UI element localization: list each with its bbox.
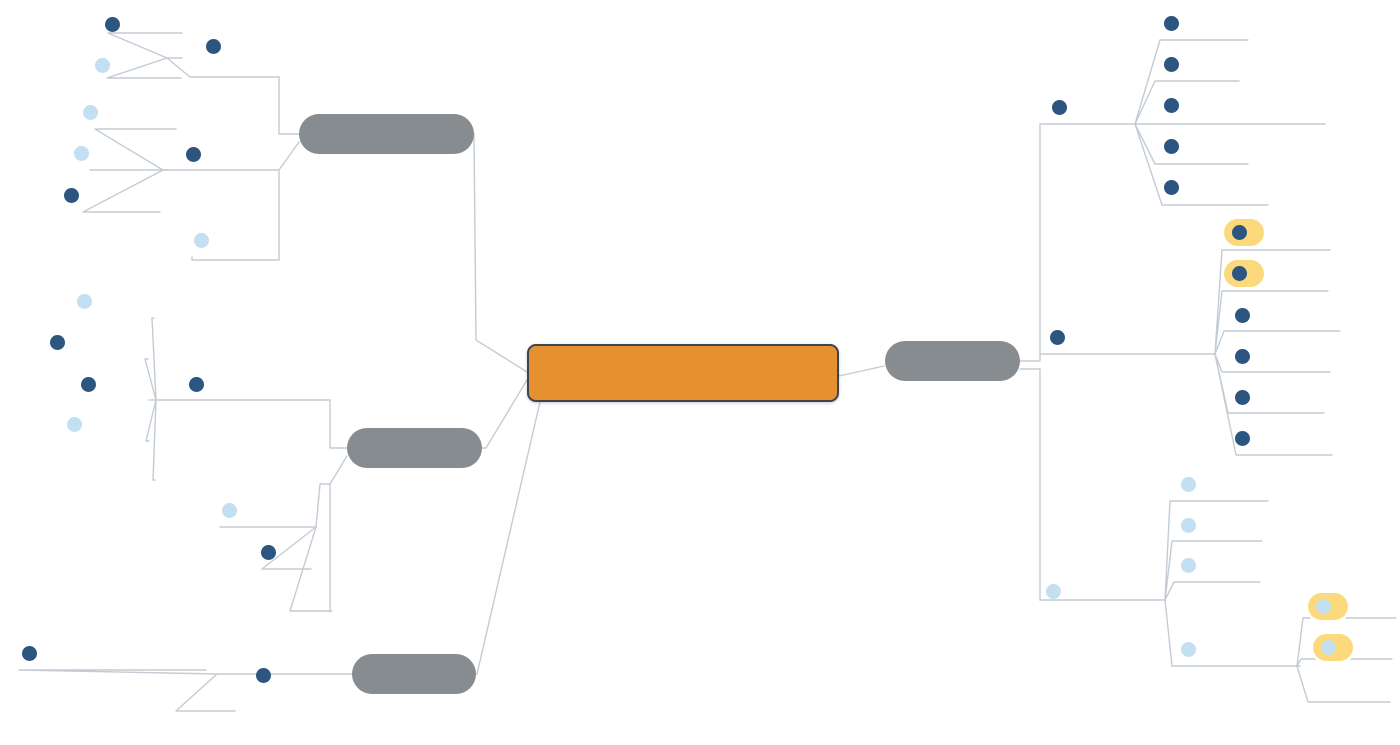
topic-node-safety[interactable]	[256, 668, 278, 683]
topic-node-posture[interactable]	[1235, 349, 1257, 364]
priority-badge-icon	[1164, 16, 1179, 31]
topic-node-rain[interactable]	[83, 105, 105, 120]
topic-node-steering[interactable]	[1224, 219, 1264, 246]
topic-node-types-of-bicycles[interactable]	[189, 377, 211, 392]
priority-badge-icon	[1164, 98, 1179, 113]
bullet-dot-icon	[194, 233, 209, 248]
topic-node-get-on[interactable]	[1164, 16, 1186, 31]
priority-badge-icon	[81, 377, 96, 392]
branch-node-riding-conditions[interactable]	[299, 114, 474, 154]
topic-node-day[interactable]	[105, 17, 127, 32]
topic-node-spin[interactable]	[1313, 634, 1353, 661]
topic-node-terrain[interactable]	[194, 233, 216, 248]
bullet-dot-icon	[222, 503, 237, 518]
root-node[interactable]	[527, 344, 839, 402]
bullet-dot-icon	[1046, 584, 1061, 599]
branch-node-equipment[interactable]	[347, 428, 482, 468]
topic-node-visual-motor-skills[interactable]	[1050, 330, 1072, 345]
topic-node-get-off[interactable]	[1164, 139, 1186, 154]
priority-badge-icon	[1232, 266, 1247, 281]
topic-node-bmx[interactable]	[77, 294, 99, 309]
topic-node-time[interactable]	[206, 39, 228, 54]
topic-node-electric[interactable]	[67, 417, 89, 432]
topic-node-snow[interactable]	[74, 146, 96, 161]
priority-badge-icon	[50, 335, 65, 350]
topic-node-descent[interactable]	[1181, 477, 1203, 492]
topic-node-jump[interactable]	[1308, 593, 1348, 620]
topic-node-city[interactable]	[81, 377, 103, 392]
mindmap-canvas	[0, 0, 1400, 745]
priority-badge-icon	[1235, 349, 1250, 364]
bullet-dot-icon	[77, 294, 92, 309]
priority-badge-icon	[64, 188, 79, 203]
topic-node-sitting[interactable]	[1164, 57, 1186, 72]
priority-badge-icon	[22, 646, 37, 661]
priority-badge-icon	[1232, 225, 1247, 240]
bullet-dot-icon	[1181, 642, 1196, 657]
bullet-dot-icon	[74, 146, 89, 161]
topic-node-night[interactable]	[95, 58, 117, 73]
priority-badge-icon	[1050, 330, 1065, 345]
topic-node-methods[interactable]	[1046, 584, 1068, 599]
topic-node-mountain[interactable]	[50, 335, 72, 350]
bullet-dot-icon	[1316, 599, 1331, 614]
topic-node-bmx-tricks[interactable]	[1181, 642, 1203, 657]
topic-node-sunny[interactable]	[64, 188, 86, 203]
topic-node-racing[interactable]	[1181, 558, 1203, 573]
priority-badge-icon	[256, 668, 271, 683]
topic-node-wearing-helmet[interactable]	[22, 646, 44, 661]
bullet-dot-icon	[95, 58, 110, 73]
priority-badge-icon	[189, 377, 204, 392]
priority-badge-icon	[1052, 100, 1067, 115]
bullet-dot-icon	[1181, 477, 1196, 492]
priority-badge-icon	[1235, 390, 1250, 405]
topic-node-gear-shifting[interactable]	[1164, 180, 1186, 195]
priority-badge-icon	[261, 545, 276, 560]
priority-badge-icon	[206, 39, 221, 54]
priority-badge-icon	[1235, 431, 1250, 446]
topic-node-ascent[interactable]	[1181, 518, 1203, 533]
topic-node-overcoming-inertia[interactable]	[1164, 98, 1186, 113]
branch-node-learn-rules[interactable]	[352, 654, 476, 694]
topic-node-basics[interactable]	[1052, 100, 1074, 115]
topic-node-braking[interactable]	[1235, 390, 1257, 405]
bullet-dot-icon	[83, 105, 98, 120]
priority-badge-icon	[1235, 308, 1250, 323]
priority-badge-icon	[186, 147, 201, 162]
topic-node-headlights[interactable]	[222, 503, 244, 518]
bullet-dot-icon	[1181, 558, 1196, 573]
topic-node-balance[interactable]	[1224, 260, 1264, 287]
bullet-dot-icon	[1321, 640, 1336, 655]
topic-node-multitasking[interactable]	[1235, 308, 1257, 323]
priority-badge-icon	[105, 17, 120, 32]
topic-node-pedaling[interactable]	[1235, 431, 1257, 446]
priority-badge-icon	[1164, 57, 1179, 72]
bullet-dot-icon	[1181, 518, 1196, 533]
priority-badge-icon	[1164, 139, 1179, 154]
bullet-dot-icon	[67, 417, 82, 432]
priority-badge-icon	[1164, 180, 1179, 195]
topic-node-weather[interactable]	[186, 147, 208, 162]
topic-node-tires[interactable]	[261, 545, 283, 560]
branch-node-techniques[interactable]	[885, 341, 1020, 381]
